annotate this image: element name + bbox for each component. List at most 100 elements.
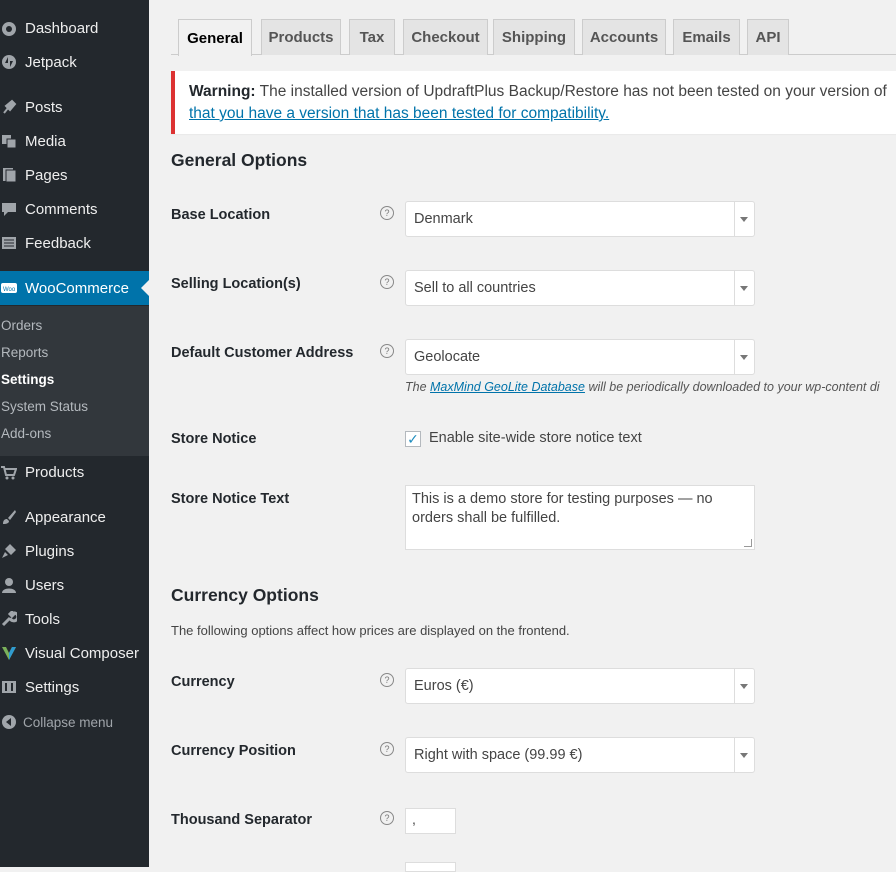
cart-icon: [0, 463, 18, 481]
menu-label: Posts: [25, 98, 63, 116]
menu-label: Plugins: [25, 542, 75, 560]
next-field-input[interactable]: [405, 862, 456, 872]
help-icon[interactable]: ?: [380, 275, 394, 289]
menu-item-dashboard[interactable]: Dashboard: [0, 11, 149, 45]
select-value: Denmark: [414, 211, 473, 227]
admin-sidebar: Dashboard Jetpack Posts Media Pages Comm…: [0, 0, 149, 867]
menu-label: Media: [25, 132, 66, 150]
help-icon[interactable]: ?: [380, 742, 394, 756]
tab-checkout[interactable]: Checkout: [403, 19, 488, 55]
collapse-menu-button[interactable]: Collapse menu: [0, 705, 149, 739]
settings-icon: [0, 678, 18, 696]
chevron-down-icon: [734, 340, 754, 374]
maxmind-link[interactable]: MaxMind GeoLite Database: [430, 380, 585, 394]
media-icon: [0, 132, 18, 150]
checkmark-icon: ✓: [407, 430, 419, 447]
menu-label: Feedback: [25, 234, 91, 252]
comment-icon: [0, 200, 18, 218]
chevron-down-icon: [734, 202, 754, 236]
warning-text: Warning: The installed version of Updraf…: [189, 83, 887, 101]
menu-item-tools[interactable]: Tools: [0, 602, 149, 636]
menu-item-posts[interactable]: Posts: [0, 90, 149, 124]
menu-item-appearance[interactable]: Appearance: [0, 500, 149, 534]
svg-text:Woo: Woo: [3, 287, 16, 293]
warning-message: The installed version of UpdraftPlus Bac…: [255, 83, 887, 100]
menu-label: Settings: [25, 678, 80, 696]
submenu-settings[interactable]: Settings: [1, 372, 54, 387]
woocommerce-submenu: Orders Reports Settings System Status Ad…: [0, 306, 149, 456]
help-icon[interactable]: ?: [380, 344, 394, 358]
submenu-add-ons[interactable]: Add-ons: [1, 426, 51, 441]
menu-label: WooCommerce: [25, 279, 129, 297]
thousand-separator-input[interactable]: ,: [405, 808, 456, 834]
default-address-select[interactable]: Geolocate: [405, 339, 755, 375]
menu-label: Dashboard: [25, 19, 99, 37]
chevron-down-icon: [734, 669, 754, 703]
woo-icon: Woo: [0, 279, 18, 297]
menu-item-pages[interactable]: Pages: [0, 158, 149, 192]
menu-item-plugins[interactable]: Plugins: [0, 534, 149, 568]
collapse-icon: [0, 713, 18, 731]
menu-label: Jetpack: [25, 53, 77, 71]
feedback-icon: [0, 234, 18, 252]
currency-select[interactable]: Euros (€): [405, 668, 755, 704]
help-icon[interactable]: ?: [380, 206, 394, 220]
tab-tax[interactable]: Tax: [349, 19, 395, 55]
compatibility-link[interactable]: that you have a version that has been te…: [189, 105, 609, 123]
plugin-icon: [0, 542, 18, 560]
submenu-reports[interactable]: Reports: [1, 345, 48, 360]
menu-label: Appearance: [25, 508, 106, 526]
currency-options-intro: The following options affect how prices …: [171, 623, 570, 638]
page-icon: [0, 166, 18, 184]
select-value: Geolocate: [414, 349, 481, 365]
menu-item-settings[interactable]: Settings: [0, 670, 149, 704]
menu-item-feedback[interactable]: Feedback: [0, 226, 149, 260]
menu-item-comments[interactable]: Comments: [0, 192, 149, 226]
dashboard-icon: [0, 19, 18, 37]
tab-accounts[interactable]: Accounts: [582, 19, 666, 55]
select-value: Euros (€): [414, 678, 474, 694]
selling-location-select[interactable]: Sell to all countries: [405, 270, 755, 306]
chevron-down-icon: [734, 271, 754, 305]
desc-prefix: The: [405, 380, 431, 394]
desc-suffix: will be periodically downloaded to your …: [584, 380, 880, 394]
tab-shipping[interactable]: Shipping: [493, 19, 575, 55]
menu-item-media[interactable]: Media: [0, 124, 149, 158]
menu-label: Pages: [25, 166, 68, 184]
store-notice-text-label: Store Notice Text: [171, 491, 290, 507]
currency-position-label: Currency Position: [171, 743, 296, 759]
base-location-select[interactable]: Denmark: [405, 201, 755, 237]
select-value: Right with space (99.99 €): [414, 747, 583, 763]
warning-label: Warning:: [189, 83, 256, 100]
store-notice-checkbox[interactable]: ✓: [405, 431, 421, 447]
store-notice-label: Store Notice: [171, 431, 257, 447]
tab-emails[interactable]: Emails: [673, 19, 740, 55]
chevron-down-icon: [734, 738, 754, 772]
vc-icon: [0, 644, 18, 662]
submenu-system-status[interactable]: System Status: [1, 399, 88, 414]
tab-api[interactable]: API: [747, 19, 789, 55]
menu-item-users[interactable]: Users: [0, 568, 149, 602]
menu-label: Collapse menu: [23, 714, 114, 730]
user-icon: [0, 576, 18, 594]
tab-products[interactable]: Products: [261, 19, 341, 55]
menu-item-products[interactable]: Products: [0, 455, 149, 489]
menu-label: Tools: [25, 610, 61, 628]
tab-general[interactable]: General: [178, 19, 252, 56]
pin-icon: [0, 98, 18, 116]
menu-item-visual-composer[interactable]: Visual Composer: [0, 636, 149, 670]
currency-options-heading: Currency Options: [171, 585, 319, 605]
menu-item-woocommerce[interactable]: Woo WooCommerce: [0, 271, 149, 305]
general-options-heading: General Options: [171, 150, 308, 170]
thousand-separator-label: Thousand Separator: [171, 812, 312, 828]
store-notice-textarea[interactable]: This is a demo store for testing purpose…: [405, 485, 755, 550]
selling-location-label: Selling Location(s): [171, 276, 301, 292]
menu-item-jetpack[interactable]: Jetpack: [0, 45, 149, 79]
help-icon[interactable]: ?: [380, 673, 394, 687]
currency-position-select[interactable]: Right with space (99.99 €): [405, 737, 755, 773]
store-notice-checkbox-label[interactable]: Enable site-wide store notice text: [429, 430, 642, 446]
submenu-orders[interactable]: Orders: [1, 318, 42, 333]
help-icon[interactable]: ?: [380, 811, 394, 825]
currency-label: Currency: [171, 674, 235, 690]
menu-label: Visual Composer: [25, 644, 139, 662]
